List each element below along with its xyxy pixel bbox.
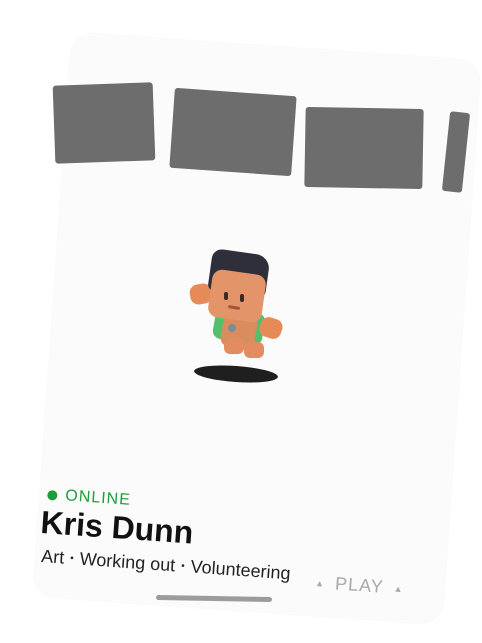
- avatar-right-leg: [244, 342, 264, 358]
- triangle-icon: ▲: [393, 582, 404, 594]
- play-label: PLAY: [334, 573, 385, 597]
- photo-tile[interactable]: [52, 82, 156, 164]
- avatar-left-eye: [224, 292, 228, 300]
- photo-strip: [0, 0, 482, 200]
- triangle-icon: ▲: [314, 577, 326, 589]
- avatar[interactable]: [188, 248, 285, 358]
- interest-separator: •: [180, 560, 186, 572]
- profile-screen: ONLINE Kris Dunn Art • Working out • Vol…: [0, 0, 482, 643]
- avatar-badge: [228, 324, 236, 332]
- avatar-left-leg: [224, 338, 244, 354]
- online-dot-icon: [47, 489, 58, 501]
- interest-item: Art: [40, 546, 65, 568]
- avatar-right-eye: [240, 294, 244, 302]
- photo-tile[interactable]: [169, 87, 297, 177]
- interest-separator: •: [69, 553, 75, 565]
- avatar-face: [206, 268, 268, 324]
- photo-tile[interactable]: [441, 111, 471, 193]
- photo-tile[interactable]: [304, 106, 424, 190]
